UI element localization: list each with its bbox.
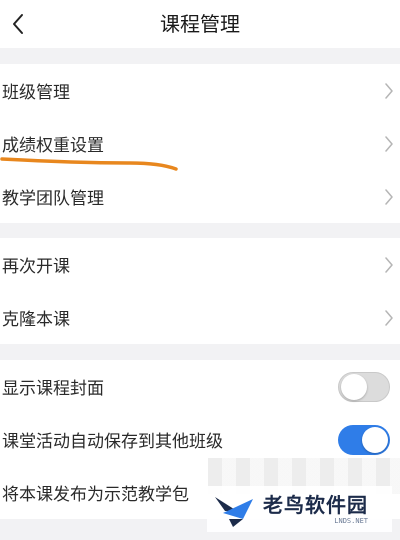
watermark-url: LNDS.NET (334, 516, 368, 525)
row-label: 再次开课 (2, 257, 70, 277)
row-label: 显示课程封面 (2, 379, 104, 399)
row-grade-weight-settings[interactable]: 成绩权重设置 (0, 117, 400, 170)
settings-group-course-actions: 再次开课 克隆本课 (0, 238, 400, 344)
row-teaching-team-management[interactable]: 教学团队管理 (0, 170, 400, 223)
show-cover-toggle[interactable] (338, 371, 390, 402)
chevron-right-icon (385, 188, 393, 205)
toggle-knob (341, 373, 367, 400)
watermark-name: 老鸟软件园 (263, 492, 368, 517)
row-reopen-course[interactable]: 再次开课 (0, 238, 400, 291)
top-bar: 课程管理 (0, 0, 400, 48)
row-label: 教学团队管理 (2, 189, 104, 209)
bird-logo-icon (215, 497, 253, 527)
row-label: 课堂活动自动保存到其他班级 (2, 432, 223, 452)
chevron-right-icon (385, 256, 393, 273)
auto-save-toggle[interactable] (338, 424, 390, 455)
row-label: 克隆本课 (2, 310, 70, 330)
site-watermark: 老鸟软件园 LNDS.NET (207, 486, 392, 532)
toggle-knob (362, 426, 388, 453)
settings-group-course: 班级管理 成绩权重设置 教学团队管理 (0, 64, 400, 223)
row-label: 班级管理 (2, 83, 70, 103)
row-class-management[interactable]: 班级管理 (0, 64, 400, 117)
chevron-right-icon (385, 82, 393, 99)
chevron-right-icon (385, 135, 393, 152)
row-label: 成绩权重设置 (2, 136, 104, 156)
row-label: 将本课发布为示范教学包 (2, 485, 189, 505)
chevron-right-icon (385, 309, 393, 326)
row-show-course-cover: 显示课程封面 (0, 360, 400, 413)
page-title: 课程管理 (160, 12, 240, 36)
row-clone-course[interactable]: 克隆本课 (0, 291, 400, 344)
